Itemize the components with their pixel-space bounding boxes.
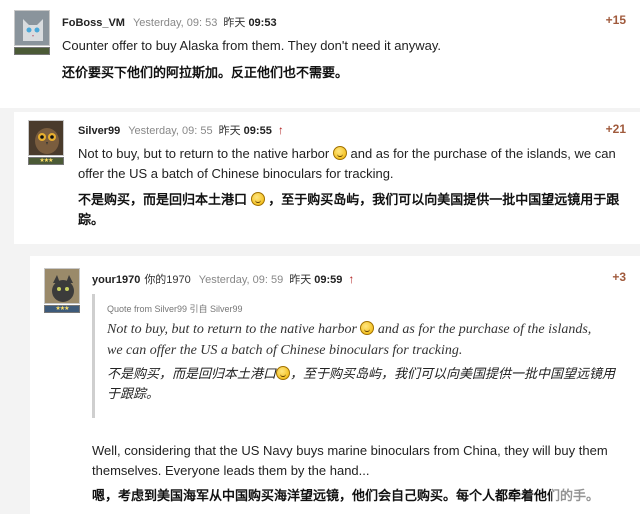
cat-avatar-icon (15, 11, 49, 45)
username-cn: 你的1970 (144, 274, 191, 286)
timestamp-cn: 昨天 09:55 (218, 125, 272, 137)
rank-badge (14, 47, 50, 55)
avatar[interactable] (44, 268, 80, 304)
smiley-icon (276, 366, 291, 380)
username[interactable]: FoBoss_VM (62, 17, 125, 29)
smiley-icon (332, 146, 347, 160)
smiley-icon (250, 192, 265, 206)
watermark (552, 488, 632, 504)
comment-text-en: Not to buy, but to return to the native … (78, 146, 616, 181)
cat-photo-avatar-icon (45, 269, 79, 303)
timestamp: Yesterday, 09: 59 (198, 274, 284, 286)
comment-meta: your1970 你的1970 Yesterday, 09: 59 昨天 09:59 ↑ (92, 271, 354, 287)
username[interactable]: Silver99 (78, 125, 120, 137)
timestamp: Yesterday, 09: 55 (128, 125, 213, 137)
avatar[interactable] (14, 10, 50, 46)
rating-score[interactable]: +21 (606, 122, 626, 136)
username[interactable]: your1970 (92, 274, 140, 286)
comment-text-cn: 嗯，考虑到美国海军从中国购买海洋望远镜，他们会自己购买。每个人都牵着他们的手。 (92, 488, 600, 503)
comment-2: ★★★ Silver99 Yesterday, 09: 55 昨天 09:55 ↑ +… (14, 112, 640, 244)
timestamp-cn: 昨天 09:59 (289, 274, 343, 286)
comment-1: FoBoss_VM Yesterday, 09: 53 昨天 09:53 +15 C… (0, 0, 640, 108)
comment-text-en: Well, considering that the US Navy buys … (92, 443, 608, 478)
comment-text-cn: 不是购买，而是回归本土港口 ，至于购买岛屿，我们可以向美国提供一批中国望远镜用于… (78, 192, 620, 227)
arrow-up-icon[interactable]: ↑ (278, 123, 284, 137)
rank-badge: ★★★ (28, 157, 64, 165)
rating-score[interactable]: +3 (612, 270, 626, 284)
rank-badge: ★★★ (44, 305, 80, 313)
avatar[interactable] (28, 120, 64, 156)
comment-text-cn: 还价要买下他们的阿拉斯加。反正他们也不需要。 (62, 65, 349, 80)
smiley-icon (360, 321, 375, 335)
owl-avatar-icon (29, 121, 63, 155)
arrow-up-icon[interactable]: ↑ (348, 272, 354, 286)
comment-text-en: Counter offer to buy Alaska from them. T… (62, 38, 441, 53)
comment-3: ★★★ your1970 你的1970 Yesterday, 09: 59 昨天 09… (30, 256, 640, 514)
comment-meta: FoBoss_VM Yesterday, 09: 53 昨天 09:53 (62, 14, 277, 30)
timestamp-cn: 昨天 09:53 (223, 17, 277, 29)
quote-text-cn: 不是购买，而是回归本土港口 ，至于购买岛屿，我们可以向美国提供一批中国望远镜用于跟… (107, 366, 616, 401)
quote-text-en: Not to buy, but to return to the native … (107, 321, 592, 358)
comment-meta: Silver99 Yesterday, 09: 55 昨天 09:55 ↑ (78, 122, 284, 138)
rating-score[interactable]: +15 (606, 13, 626, 27)
quote-header: Quote from Silver99 引自 Silver99 (107, 304, 243, 314)
quote-block: Quote from Silver99 引自 Silver99 Not to b… (92, 294, 631, 418)
timestamp: Yesterday, 09: 53 (132, 17, 218, 29)
